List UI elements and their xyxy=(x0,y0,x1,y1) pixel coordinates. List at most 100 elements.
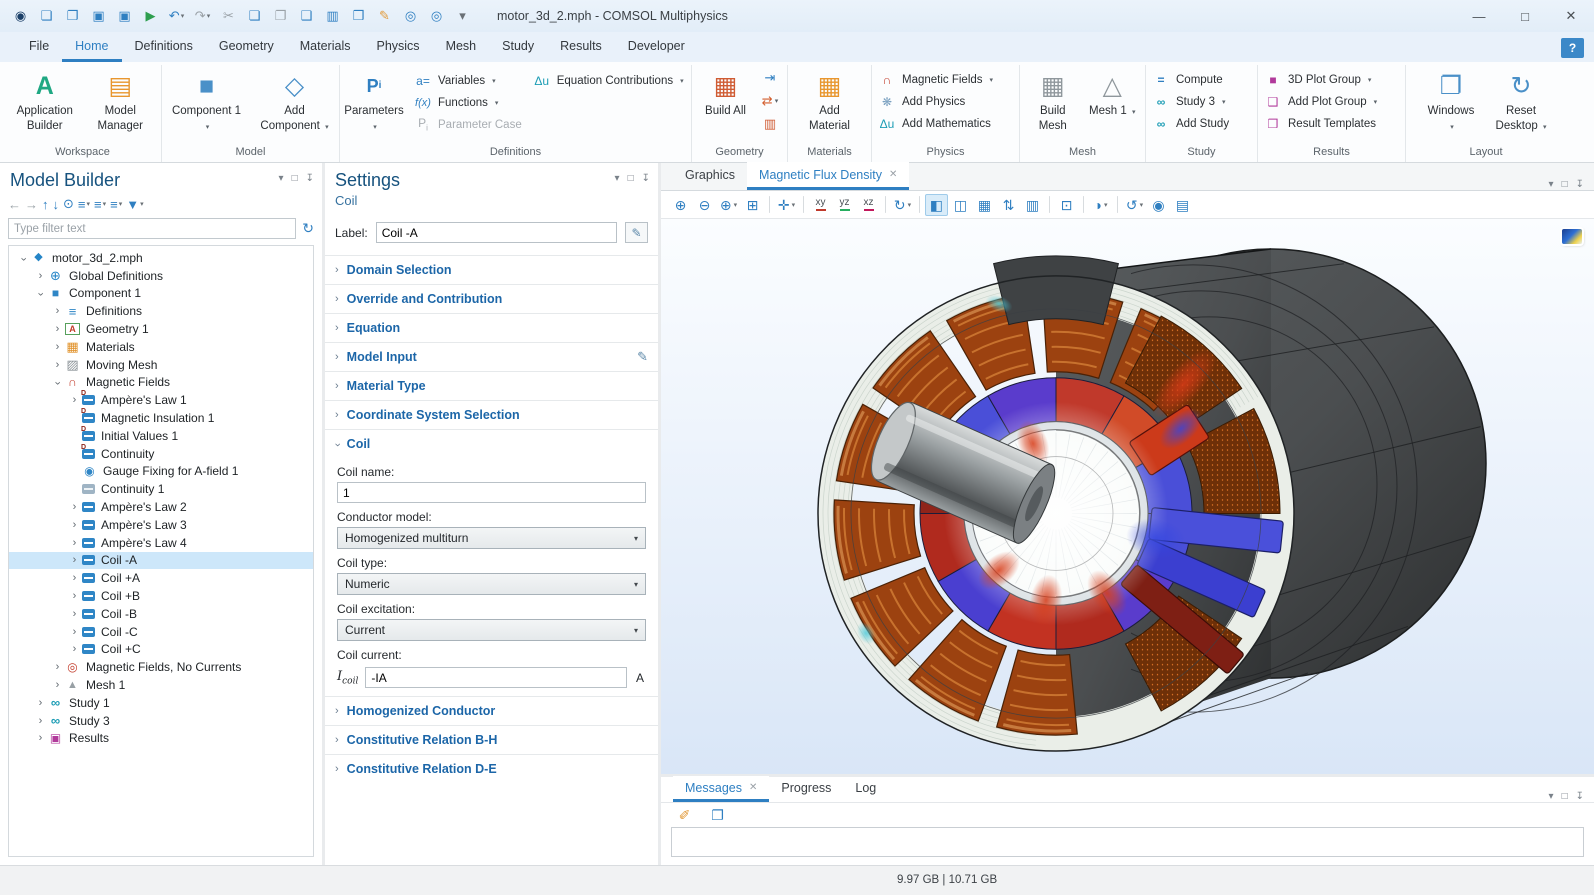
add-study-button[interactable]: ∞ Add Study xyxy=(1151,115,1229,132)
tree-item[interactable]: › Global Definitions xyxy=(9,267,313,285)
graphics-tool[interactable]: ▾ xyxy=(885,196,886,213)
menu-tab[interactable]: Definitions xyxy=(122,32,206,62)
tree-item[interactable]: › Coil -C xyxy=(9,623,313,641)
duplicate-icon[interactable]: ❑ ▾ xyxy=(294,4,319,28)
settings-section-header[interactable]: › Homogenized Conductor xyxy=(325,696,658,725)
build-all-button[interactable]: ▦ Build All xyxy=(697,65,754,119)
tree-expand-arrow[interactable]: › xyxy=(68,394,81,406)
settings-section-header-coil[interactable]: › Coil xyxy=(325,429,658,458)
plot-arrows-icon[interactable]: ⇅ ▾ xyxy=(997,194,1020,216)
zoom-document-icon[interactable]: ◎ ▾ xyxy=(424,4,449,28)
graphics-canvas[interactable] xyxy=(661,219,1594,774)
menu-tab[interactable]: Results xyxy=(547,32,615,62)
update-plot-icon[interactable]: ↺ ▾ xyxy=(1123,194,1146,216)
menu-tab[interactable]: Study xyxy=(489,32,547,62)
graphics-tool[interactable]: ▾ xyxy=(919,196,920,213)
tree-item[interactable]: › Magnetic Insulation 1 xyxy=(9,409,313,427)
tree-expand-arrow[interactable]: › xyxy=(17,253,29,266)
panel-pin-icon[interactable]: ↧ xyxy=(1576,791,1584,802)
tree-expand-arrow[interactable]: › xyxy=(34,697,47,709)
zoom-in-icon[interactable]: ⊕ ▾ xyxy=(669,194,692,216)
clear-messages-icon[interactable]: ✐ xyxy=(673,804,696,826)
panel-pin-icon[interactable]: ↧ xyxy=(306,173,314,184)
back-icon[interactable]: ← ▾ xyxy=(8,197,21,212)
redo-icon[interactable]: ↷ ▾ xyxy=(190,4,215,28)
tree-expand-arrow[interactable]: › xyxy=(34,270,47,282)
panel-float-icon[interactable]: □ xyxy=(292,173,298,184)
open-in-table-icon[interactable]: ❐ xyxy=(706,804,729,826)
graphics-tool[interactable]: ▾ xyxy=(803,196,804,213)
settings-section-header[interactable]: › Domain Selection ✎ xyxy=(325,255,658,284)
menu-tab[interactable]: Mesh xyxy=(433,32,490,62)
virtual-operations-icon[interactable]: ▥ xyxy=(758,115,782,133)
run-icon[interactable]: ▶ ▾ xyxy=(138,4,163,28)
panel-float-icon[interactable]: □ xyxy=(1562,179,1568,190)
menu-tab[interactable]: Home xyxy=(62,32,121,62)
tree-expand-arrow[interactable]: › xyxy=(51,323,64,335)
color-legend-icon[interactable]: ▥ ▾ xyxy=(1021,194,1044,216)
add-material-button[interactable]: ▦ Add Material xyxy=(801,65,859,134)
panel-float-icon[interactable]: □ xyxy=(628,173,634,184)
move-down-icon[interactable]: ↓ ▾ xyxy=(53,197,60,212)
parameter-case-button[interactable]: Pi Parameter Case xyxy=(413,116,522,133)
model-input-edit-icon[interactable]: ✎ xyxy=(637,349,648,365)
go-to-view-icon[interactable]: ✛ ▾ xyxy=(775,194,798,216)
settings-section-header[interactable]: › Coordinate System Selection ✎ xyxy=(325,400,658,429)
build-mesh-button[interactable]: ▦ Build Mesh xyxy=(1025,65,1081,134)
tree-item[interactable]: › Ampère's Law 4 xyxy=(9,534,313,552)
tree-item[interactable]: › Results xyxy=(9,730,313,748)
equation-contributions-button[interactable]: Δu Equation Contributions▾ xyxy=(532,72,684,89)
tree-item[interactable]: › Materials xyxy=(9,338,313,356)
tree-expand-arrow[interactable]: › xyxy=(68,501,81,513)
expand-all-icon[interactable]: ≡ ▾ xyxy=(78,197,90,212)
collapse-all-icon[interactable]: ≡ ▾ xyxy=(94,197,106,212)
tree-expand-arrow[interactable]: › xyxy=(68,554,81,566)
compute-button[interactable]: = Compute xyxy=(1151,71,1229,88)
tree-expand-arrow[interactable]: › xyxy=(34,715,47,727)
copy-icon[interactable]: ❏ ▾ xyxy=(242,4,267,28)
tree-item[interactable]: › Study 1 xyxy=(9,694,313,712)
tree-expand-arrow[interactable]: › xyxy=(68,643,81,655)
tree-expand-arrow[interactable]: › xyxy=(51,661,64,673)
tree-item[interactable]: › Ampère's Law 3 xyxy=(9,516,313,534)
rotate-view-icon[interactable]: ↻ ▾ xyxy=(891,194,914,216)
move-up-icon[interactable]: ↑ ▾ xyxy=(42,197,49,212)
filter-icon[interactable]: ▼ ▾ xyxy=(126,197,143,212)
close-tab-icon[interactable]: ✕ xyxy=(889,169,897,180)
tree-expand-arrow[interactable]: › xyxy=(34,732,47,744)
coil-excitation-select[interactable]: Current ▾ xyxy=(337,619,646,641)
show-icon[interactable]: ⊙ ▾ xyxy=(63,196,74,212)
panel-pin-icon[interactable]: ↧ xyxy=(642,173,650,184)
grid-icon[interactable]: ▦ ▾ xyxy=(973,194,996,216)
windows-button[interactable]: ❐ Windows▾ xyxy=(1422,65,1480,134)
tree-item[interactable]: › Coil -B xyxy=(9,605,313,623)
graphics-tool[interactable]: ▾ xyxy=(1049,196,1050,213)
tree-expand-arrow[interactable]: › xyxy=(68,608,81,620)
new-file-icon[interactable]: ❏ ▾ xyxy=(34,4,59,28)
cut-icon[interactable]: ✂ ▾ xyxy=(216,4,241,28)
settings-section-header[interactable]: › Model Input ✎ xyxy=(325,342,658,371)
add-mathematics-button[interactable]: Δu Add Mathematics xyxy=(877,115,993,132)
open-file-icon[interactable]: ❐ ▾ xyxy=(60,4,85,28)
graphics-tool[interactable]: ▾ xyxy=(769,196,770,213)
add-physics-button[interactable]: ❋ Add Physics xyxy=(877,93,993,110)
label-input[interactable] xyxy=(376,222,617,243)
tree-item[interactable]: › Magnetic Fields xyxy=(9,374,313,392)
settings-section-header[interactable]: › Constitutive Relation D-E xyxy=(325,754,658,783)
tree-item[interactable]: › Ampère's Law 1 xyxy=(9,391,313,409)
messages-tab[interactable]: Messages ✕ xyxy=(673,776,769,802)
coil-name-input[interactable] xyxy=(337,482,646,503)
zoom-selection-icon[interactable]: ◎ ▾ xyxy=(398,4,423,28)
menu-tab[interactable]: Developer xyxy=(615,32,698,62)
tree-item[interactable]: › Ampère's Law 2 xyxy=(9,498,313,516)
tree-item[interactable]: › Magnetic Fields, No Currents xyxy=(9,658,313,676)
tree-expand-arrow[interactable]: › xyxy=(68,590,81,602)
messages-output[interactable] xyxy=(671,827,1584,857)
zoom-box-icon[interactable]: ⊕ ▾ xyxy=(717,194,740,216)
coil-current-input[interactable] xyxy=(365,667,627,688)
color-theme-icon[interactable]: ◑ ▾ xyxy=(1089,194,1112,216)
tree-item[interactable]: › Definitions xyxy=(9,302,313,320)
view-xy-icon[interactable]: xy ▾ xyxy=(809,194,832,216)
model-manager-button[interactable]: ▤ Model Manager xyxy=(85,65,157,134)
tree-item[interactable]: › Continuity 1 xyxy=(9,480,313,498)
